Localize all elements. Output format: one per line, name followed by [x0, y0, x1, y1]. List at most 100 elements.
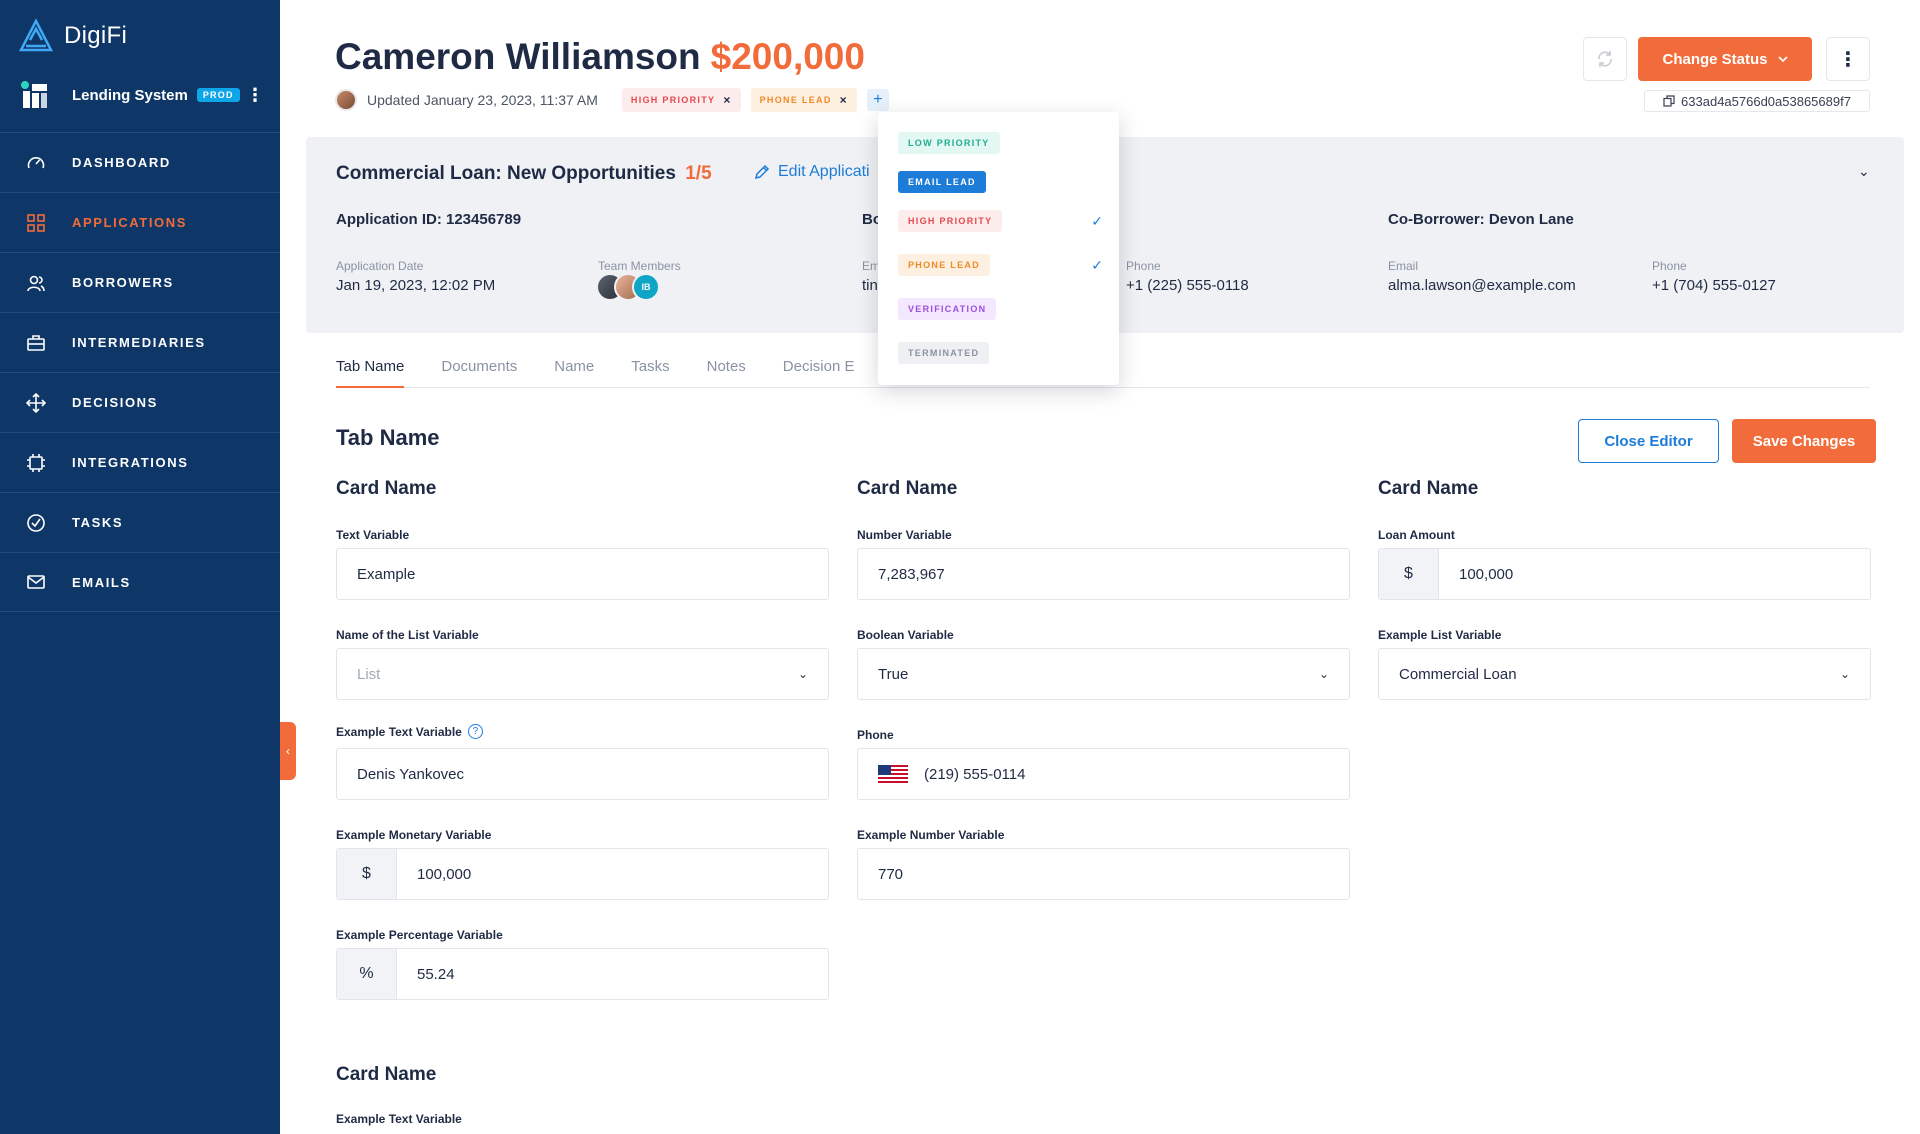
system-menu-icon[interactable]: ⋮: [246, 86, 264, 104]
tab-name[interactable]: Name: [554, 358, 594, 388]
tab-notes[interactable]: Notes: [707, 358, 746, 388]
application-date-label: Application Date: [336, 259, 424, 273]
tab-tasks[interactable]: Tasks: [631, 358, 669, 388]
tab-title: Tab Name: [336, 425, 440, 450]
checkmark-icon: ✓: [1091, 256, 1103, 273]
borrower-phone-label: Phone: [1126, 259, 1161, 273]
plus-icon: +: [873, 91, 883, 108]
co-borrower-email: alma.lawson@example.com: [1388, 277, 1576, 294]
field-label: Loan Amount: [1378, 528, 1455, 542]
number-variable-input[interactable]: 7,283,967: [857, 548, 1350, 600]
dropdown-option[interactable]: PHONE LEAD ✓: [898, 254, 1103, 276]
example-list-select[interactable]: Commercial Loan ⌄: [1378, 648, 1871, 700]
input-value: 100,000: [1459, 565, 1514, 583]
borrower-phone: +1 (225) 555-0118: [1126, 277, 1249, 294]
edit-application-link[interactable]: Edit Applicati: [754, 163, 870, 181]
input-value: 100,000: [417, 865, 472, 883]
us-flag-icon[interactable]: [878, 765, 908, 783]
input-value: Denis Yankovec: [357, 765, 465, 783]
input-value: 7,283,967: [878, 565, 945, 583]
card-title: Card Name: [336, 478, 437, 499]
monetary-input[interactable]: $100,000: [336, 848, 829, 900]
applicant-name: Cameron Williamson: [335, 36, 701, 77]
brand-name: DigiFi: [64, 22, 128, 49]
loan-amount-input[interactable]: $100,000: [1378, 548, 1871, 600]
boolean-variable-select[interactable]: True ⌄: [857, 648, 1350, 700]
example-number-input[interactable]: 770: [857, 848, 1350, 900]
application-date: Jan 19, 2023, 12:02 PM: [336, 277, 496, 294]
application-id: Application ID: 123456789: [336, 211, 522, 228]
field-label: Example Monetary Variable: [336, 828, 492, 842]
nav-item-tasks[interactable]: TASKS: [0, 492, 280, 552]
application-hash-copy[interactable]: 633ad4a5766d0a53865689f7: [1644, 90, 1870, 112]
dropdown-option[interactable]: VERIFICATION: [898, 298, 1103, 320]
chevron-down-icon: ⌄: [1318, 667, 1329, 681]
nav-item-applications[interactable]: APPLICATIONS: [0, 192, 280, 252]
field-label: Boolean Variable: [857, 628, 954, 642]
tag-label: LOW PRIORITY: [898, 132, 1000, 154]
list-variable-select[interactable]: List ⌄: [336, 648, 829, 700]
brand[interactable]: DigiFi: [18, 18, 127, 54]
dropdown-option[interactable]: TERMINATED: [898, 342, 1103, 364]
nav-item-intermediaries[interactable]: INTERMEDIARIES: [0, 312, 280, 372]
nav-label: APPLICATIONS: [72, 215, 188, 230]
close-icon[interactable]: ×: [840, 93, 848, 107]
tag-phone-lead: PHONE LEAD ×: [750, 88, 857, 112]
application-meta: Updated January 23, 2023, 11:37 AM HIGH …: [335, 88, 889, 112]
product-name: Commercial Loan: New Opportunities: [336, 163, 676, 184]
digifi-logo-icon: [18, 18, 54, 52]
close-icon[interactable]: ×: [723, 93, 731, 107]
pencil-icon: [754, 164, 770, 180]
tag-label: PHONE LEAD: [759, 95, 832, 105]
co-borrower-phone: +1 (704) 555-0127: [1652, 277, 1776, 294]
input-value: (219) 555-0114: [924, 765, 1026, 783]
updated-timestamp: Updated January 23, 2023, 11:37 AM: [367, 92, 598, 108]
application-hash: 633ad4a5766d0a53865689f7: [1681, 93, 1851, 109]
nav-label: BORROWERS: [72, 275, 174, 290]
chevron-left-icon: ‹: [286, 744, 290, 758]
field-label: Example Text Variable?: [336, 724, 483, 739]
currency-prefix: $: [1379, 549, 1439, 599]
card-title: Card Name: [1378, 478, 1479, 499]
tab-decision-engine[interactable]: Decision E: [783, 358, 855, 388]
refresh-button[interactable]: [1583, 37, 1627, 81]
example-text-input[interactable]: Denis Yankovec: [336, 748, 829, 800]
tab-documents[interactable]: Documents: [441, 358, 517, 388]
briefcase-icon: [25, 332, 47, 354]
tab-tab-name[interactable]: Tab Name: [336, 358, 405, 388]
nav-item-dashboard[interactable]: DASHBOARD: [0, 132, 280, 192]
nav-item-decisions[interactable]: DECISIONS: [0, 372, 280, 432]
close-editor-button[interactable]: Close Editor: [1578, 419, 1719, 463]
text-variable-input[interactable]: Example: [336, 548, 829, 600]
field-label: Name of the List Variable: [336, 628, 479, 642]
select-placeholder: List: [357, 665, 381, 683]
sidebar: DigiFi Lending System PROD ⋮ DASHBOARD A…: [0, 0, 280, 1134]
input-value: Example: [357, 565, 416, 583]
percentage-input[interactable]: % 55.24: [336, 948, 829, 1000]
change-status-button[interactable]: Change Status: [1638, 37, 1812, 81]
system-name: Lending System: [72, 86, 188, 104]
phone-input[interactable]: (219) 555-0114: [857, 748, 1350, 800]
sidebar-collapse-button[interactable]: ‹: [280, 722, 296, 780]
nav-item-borrowers[interactable]: BORROWERS: [0, 252, 280, 312]
save-changes-button[interactable]: Save Changes: [1732, 419, 1876, 463]
label-text: Example Text Variable: [336, 724, 462, 739]
nav-item-integrations[interactable]: INTEGRATIONS: [0, 432, 280, 492]
loan-amount: $200,000: [710, 36, 865, 77]
dropdown-option[interactable]: EMAIL LEAD: [898, 171, 1103, 193]
field-label: Example Text Variable: [336, 1112, 462, 1126]
field-label: Example Number Variable: [857, 828, 1005, 842]
help-icon[interactable]: ?: [467, 724, 483, 739]
dropdown-option[interactable]: LOW PRIORITY: [898, 132, 1103, 154]
more-actions-button[interactable]: ⋮: [1826, 37, 1870, 81]
nav-item-emails[interactable]: EMAILS: [0, 552, 280, 612]
grid-icon: [25, 212, 47, 234]
dropdown-option[interactable]: HIGH PRIORITY ✓: [898, 210, 1103, 232]
team-members[interactable]: IB: [596, 273, 660, 301]
tag-picker-dropdown: LOW PRIORITY EMAIL LEAD HIGH PRIORITY ✓ P…: [878, 112, 1119, 385]
chevron-down-icon: ⌄: [1839, 667, 1850, 681]
nav-label: INTEGRATIONS: [72, 455, 189, 470]
system-switcher[interactable]: Lending System PROD ⋮: [20, 80, 270, 110]
chevron-down-icon[interactable]: ⌄: [1858, 163, 1870, 180]
add-tag-button[interactable]: +: [866, 89, 889, 111]
